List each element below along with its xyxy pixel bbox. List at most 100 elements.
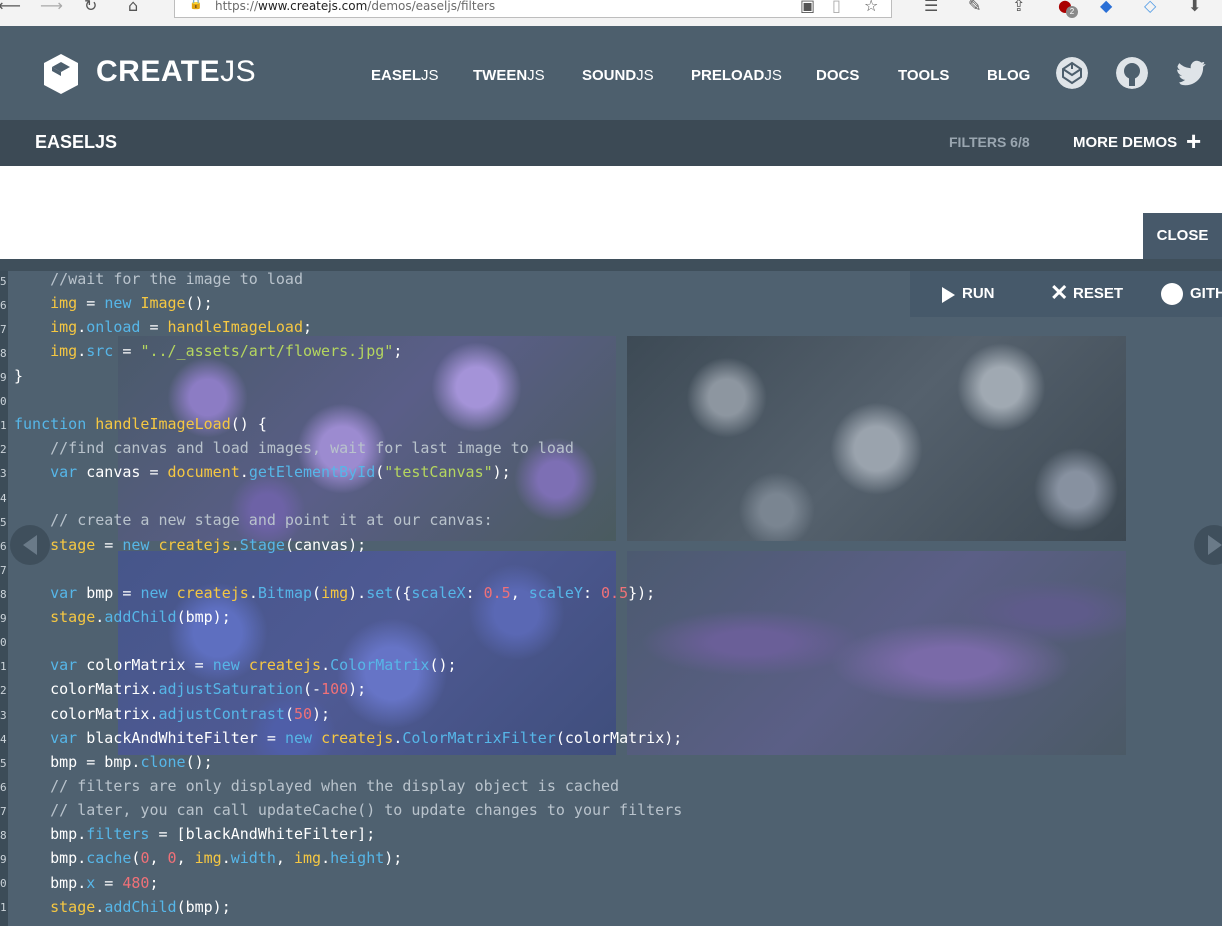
code-line[interactable]: var colorMatrix = new createjs.ColorMatr… [14, 653, 682, 677]
nav-tools[interactable]: TOOLS [898, 67, 949, 84]
back-icon[interactable]: ⟵ [0, 0, 21, 14]
code-line[interactable]: bmp.filters = [blackAndWhiteFilter]; [14, 822, 682, 846]
code-line[interactable]: stage = new createjs.Stage(canvas); [14, 533, 682, 557]
download-icon[interactable]: ⬇ [1188, 0, 1201, 14]
star-icon[interactable]: ☆ [864, 0, 878, 14]
code-token: ( [284, 704, 294, 723]
reader-icon[interactable]: ▣ [800, 0, 815, 14]
code-line[interactable]: var bmp = new createjs.Bitmap(img).set({… [14, 581, 682, 605]
extension-icon[interactable]: ◆ [1100, 0, 1112, 14]
play-icon[interactable] [942, 287, 955, 303]
code-token: 0.5 [601, 583, 629, 602]
code-line[interactable]: //wait for the image to load [14, 267, 682, 291]
close-button[interactable]: CLOSE [1143, 213, 1222, 259]
code-token: (canvas); [284, 535, 367, 554]
code-token: 50 [293, 704, 313, 723]
code-line[interactable] [14, 557, 682, 581]
code-token: new [284, 728, 313, 747]
code-line[interactable]: bmp = bmp.clone(); [14, 750, 682, 774]
code-line[interactable] [14, 629, 682, 653]
code-token: var [50, 463, 78, 482]
nav-blog[interactable]: BLOG [987, 67, 1030, 84]
nav-docs[interactable]: DOCS [816, 67, 859, 84]
code-token: img [50, 342, 78, 361]
code-line[interactable]: var canvas = document.getElementById("te… [14, 460, 682, 484]
book-icon[interactable]: ▯ [832, 0, 841, 14]
code-token: img [50, 294, 78, 313]
line-number: 8 [0, 588, 7, 601]
refresh-icon[interactable]: ↻ [84, 0, 97, 14]
code-token: clone [140, 752, 186, 771]
code-line[interactable]: //find canvas and load images, wait for … [14, 436, 682, 460]
github-button[interactable]: GITH [1190, 285, 1222, 302]
code-line[interactable]: img.onload = handleImageLoad; [14, 315, 682, 339]
code-token: new [140, 583, 168, 602]
code-line[interactable]: stage.addChild(bmp); [14, 895, 682, 919]
twitter-icon[interactable] [1176, 57, 1208, 89]
code-token: , [149, 849, 168, 868]
code-line[interactable] [14, 388, 682, 412]
logo-text[interactable]: CREATEJS [96, 55, 256, 89]
code-token: handleImageLoad [167, 318, 303, 337]
code-token: createjs [321, 728, 394, 747]
line-number: 9 [0, 371, 7, 384]
code-token: cache [86, 849, 132, 868]
code-token: addChild [104, 897, 177, 916]
code-line[interactable]: bmp.cache(0, 0, img.width, img.height); [14, 846, 682, 870]
codepen-icon[interactable] [1056, 57, 1088, 89]
line-number: 6 [0, 299, 7, 312]
forward-icon[interactable]: ⟶ [40, 0, 63, 14]
code-line[interactable]: // filters are only displayed when the d… [14, 774, 682, 798]
code-token: ); [384, 849, 403, 868]
code-line[interactable]: colorMatrix.adjustSaturation(-100); [14, 677, 682, 701]
code-line[interactable]: bmp.x = 480; [14, 871, 682, 895]
reset-button[interactable]: RESET [1073, 285, 1123, 302]
code-token: = [77, 294, 105, 313]
share-icon[interactable]: ⇪ [1012, 0, 1025, 14]
code-token: = [140, 318, 168, 337]
run-button[interactable]: RUN [962, 285, 995, 302]
code-line[interactable]: function handleImageLoad() { [14, 412, 682, 436]
nav-soundjs[interactable]: SOUNDJS [582, 67, 654, 84]
plus-icon[interactable]: + [1186, 126, 1201, 157]
nav-easeljs[interactable]: EASELJS [371, 67, 439, 84]
github-icon[interactable] [1116, 57, 1148, 89]
code-token: new [122, 535, 150, 554]
code-token: (); [185, 294, 213, 313]
code-token: . [321, 656, 331, 675]
reset-x-icon[interactable]: ✕ [1050, 280, 1068, 306]
github-small-icon[interactable] [1161, 283, 1183, 305]
demo-subheader [0, 120, 1222, 166]
code-token: (); [185, 752, 213, 771]
code-token: set [366, 583, 394, 602]
code-line[interactable]: img = new Image(); [14, 291, 682, 315]
code-line[interactable]: img.src = "../_assets/art/flowers.jpg"; [14, 339, 682, 363]
favorites-icon[interactable]: ☰ [924, 0, 938, 14]
home-icon[interactable]: ⌂ [128, 0, 138, 14]
chevron-right-icon [1208, 535, 1222, 555]
line-number: 9 [0, 853, 7, 866]
line-number: 8 [0, 829, 7, 842]
line-number: 3 [0, 467, 7, 480]
nav-tweenjs[interactable]: TWEENJS [473, 67, 545, 84]
address-bar[interactable]: 🔒 https://www.createjs.com/demos/easeljs… [174, 0, 892, 18]
code-line[interactable]: colorMatrix.adjustContrast(50); [14, 702, 682, 726]
code-token: img [293, 849, 322, 868]
createjs-logo-icon[interactable] [42, 52, 80, 96]
code-line[interactable]: // create a new stage and point it at ou… [14, 508, 682, 532]
code-token: var [50, 583, 78, 602]
code-line[interactable]: stage.addChild(bmp); [14, 605, 682, 629]
code-line[interactable]: } [14, 364, 682, 388]
extension-icon-2[interactable]: ◇ [1144, 0, 1156, 14]
more-demos-button[interactable]: MORE DEMOS [1073, 134, 1177, 151]
nav-preloadjs[interactable]: PRELOADJS [691, 67, 782, 84]
code-token: ({ [393, 583, 412, 602]
code-editor[interactable]: //wait for the image to load img = new I… [14, 267, 682, 919]
line-number: 8 [0, 347, 7, 360]
code-line[interactable]: // later, you can call updateCache() to … [14, 798, 682, 822]
code-line[interactable]: var blackAndWhiteFilter = new createjs.C… [14, 726, 682, 750]
code-line[interactable] [14, 484, 682, 508]
pen-icon[interactable]: ✎ [968, 0, 981, 14]
